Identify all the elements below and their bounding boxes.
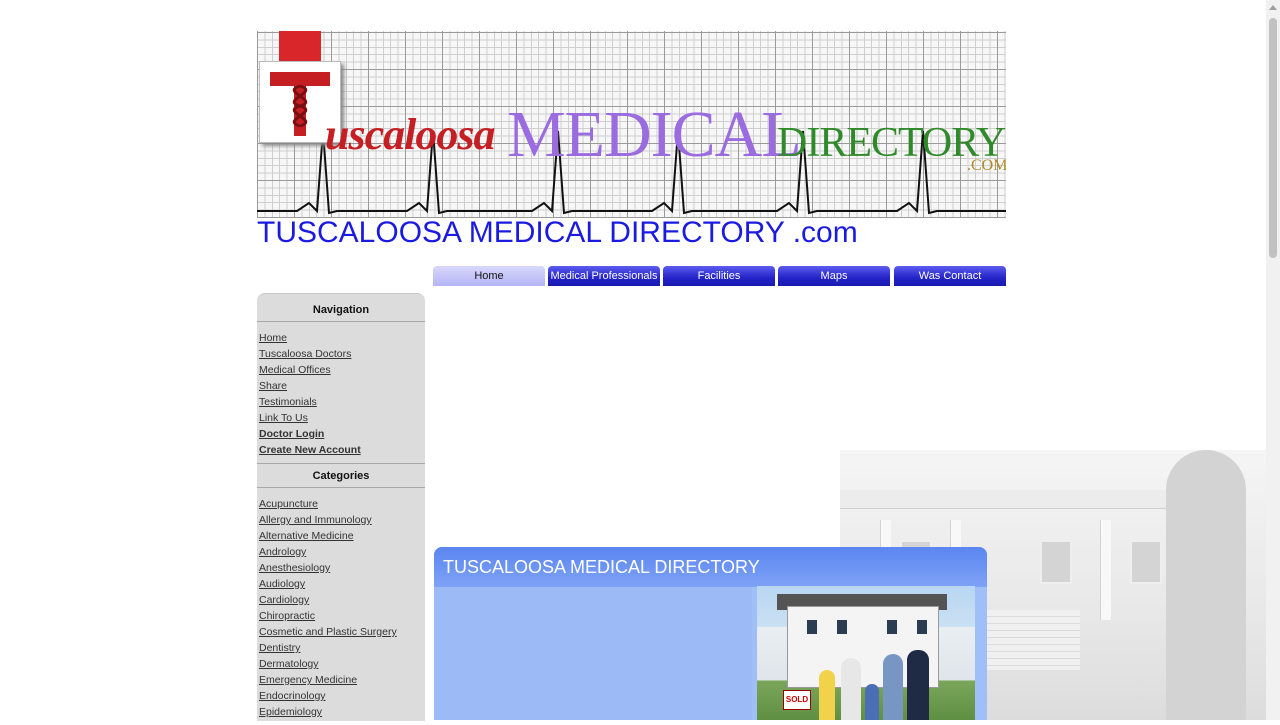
list-item: Dentistry — [259, 640, 425, 656]
house-window — [1130, 540, 1162, 584]
logo-word-medical: MEDICAL — [507, 98, 802, 171]
category-link[interactable]: Acupuncture — [259, 498, 318, 510]
category-link[interactable]: Endocrinology — [259, 690, 326, 702]
list-item: Doctor Login — [259, 426, 425, 442]
category-link[interactable]: Epidemiology — [259, 706, 322, 718]
photo-window — [837, 620, 847, 634]
nav-link-link-to-us[interactable]: Link To Us — [259, 412, 308, 424]
house-tree — [1166, 450, 1246, 720]
list-item: Emergency Medicine — [259, 672, 425, 688]
photo-person — [865, 684, 879, 720]
nav-link-share[interactable]: Share — [259, 380, 287, 392]
list-item: Epidemiology — [259, 704, 425, 720]
scroll-up-icon[interactable] — [1269, 5, 1277, 10]
photo-person — [841, 658, 861, 720]
list-item: Andrology — [259, 544, 425, 560]
photo-person — [819, 670, 835, 720]
list-item: Tuscaloosa Doctors — [259, 346, 425, 362]
nav-link-create-new-account[interactable]: Create New Account — [259, 444, 361, 456]
nav-link-doctor-login[interactable]: Doctor Login — [259, 428, 324, 440]
category-link[interactable]: Anesthesiology — [259, 562, 330, 574]
list-item: Anesthesiology — [259, 560, 425, 576]
list-item: Share — [259, 378, 425, 394]
photo-person — [883, 654, 903, 720]
tab-was-contact[interactable]: Was Contact — [894, 266, 1006, 286]
tab-medical-professionals[interactable]: Medical Professionals — [548, 266, 660, 286]
category-link[interactable]: Allergy and Immunology — [259, 514, 372, 526]
categories-list: Acupuncture Allergy and Immunology Alter… — [257, 488, 425, 725]
photo-window — [917, 620, 927, 634]
logo-red-square — [279, 31, 321, 61]
content-text-area — [434, 587, 752, 720]
list-item: Link To Us — [259, 410, 425, 426]
logo-word-tuscaloosa: uscaloosa — [325, 110, 495, 159]
main-content-panel: TUSCALOOSA MEDICAL DIRECTORY SOLD — [434, 547, 987, 720]
list-item: Acupuncture — [259, 496, 425, 512]
scrollbar-thumb[interactable] — [1269, 18, 1277, 258]
list-item: Medical Offices — [259, 362, 425, 378]
category-link[interactable]: Audiology — [259, 578, 305, 590]
photo-window — [887, 620, 897, 634]
content-heading: TUSCALOOSA MEDICAL DIRECTORY — [434, 547, 987, 587]
photo-person — [907, 650, 929, 720]
category-link[interactable]: Emergency Medicine — [259, 674, 357, 686]
site-title: TUSCALOOSA MEDICAL DIRECTORY .com — [257, 216, 858, 249]
category-link[interactable]: Chiropractic — [259, 610, 315, 622]
house-window — [1040, 540, 1072, 584]
navigation-list: Home Tuscaloosa Doctors Medical Offices … — [257, 322, 425, 463]
logo-word-com: .COM — [967, 157, 1006, 174]
nav-link-tuscaloosa-doctors[interactable]: Tuscaloosa Doctors — [259, 348, 351, 360]
category-link[interactable]: Cosmetic and Plastic Surgery — [259, 626, 397, 638]
list-item: Home — [259, 330, 425, 346]
category-link[interactable]: Alternative Medicine — [259, 530, 354, 542]
category-link[interactable]: Cardiology — [259, 594, 309, 606]
nav-link-testimonials[interactable]: Testimonials — [259, 396, 317, 408]
list-item: Audiology — [259, 576, 425, 592]
nav-link-medical-offices[interactable]: Medical Offices — [259, 364, 331, 376]
navigation-heading: Navigation — [257, 294, 425, 322]
tab-home[interactable]: Home — [433, 266, 545, 286]
list-item: Alternative Medicine — [259, 528, 425, 544]
category-link[interactable]: Andrology — [259, 546, 306, 558]
sold-sign: SOLD — [783, 690, 811, 710]
tab-facilities[interactable]: Facilities — [663, 266, 775, 286]
house-pillar — [1100, 520, 1111, 620]
categories-heading: Categories — [257, 463, 425, 488]
sidebar: Navigation Home Tuscaloosa Doctors Medic… — [257, 293, 425, 721]
family-house-photo: SOLD — [757, 586, 975, 720]
list-item: Testimonials — [259, 394, 425, 410]
list-item: Dermatology — [259, 656, 425, 672]
category-link[interactable]: Dentistry — [259, 642, 300, 654]
nav-link-home[interactable]: Home — [259, 332, 287, 344]
list-item: Cardiology — [259, 592, 425, 608]
house-roof — [840, 490, 1220, 509]
photo-window — [807, 620, 817, 634]
category-link[interactable]: Dermatology — [259, 658, 319, 670]
header-banner: uscaloosa MEDICAL DIRECTORY .COM — [257, 31, 1006, 218]
tab-maps[interactable]: Maps — [778, 266, 890, 286]
list-item: Endocrinology — [259, 688, 425, 704]
page-scrollbar[interactable] — [1266, 0, 1280, 720]
list-item: Cosmetic and Plastic Surgery — [259, 624, 425, 640]
list-item: Allergy and Immunology — [259, 512, 425, 528]
list-item: Create New Account — [259, 442, 425, 458]
list-item: Chiropractic — [259, 608, 425, 624]
